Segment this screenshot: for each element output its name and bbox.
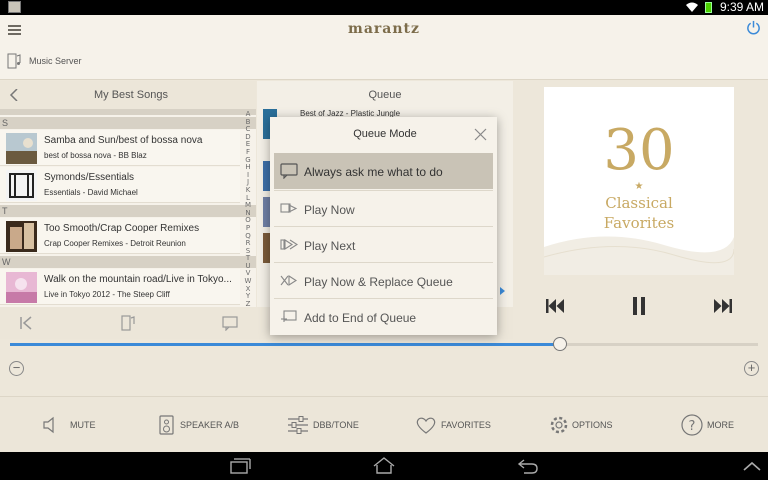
question-icon: ? (681, 414, 703, 436)
options-label: OPTIONS (572, 420, 613, 430)
album-art-star: ★ (634, 181, 644, 192)
section-letter: T (0, 205, 256, 217)
album-thumbnail (6, 133, 37, 164)
notification-icon (8, 1, 21, 13)
speech-bubble-icon[interactable] (222, 315, 238, 331)
option-add-to-end[interactable]: Add to End of Queue (274, 298, 493, 334)
album-thumbnail (6, 272, 37, 303)
playlist-header: My Best Songs (0, 81, 256, 109)
mute-label: MUTE (70, 420, 96, 430)
bottom-toolbar: MUTE SPEAKER A/B DBB/TONE FAVORITES OPTI… (0, 396, 768, 452)
dbb-tone-label: DBB/TONE (313, 420, 359, 430)
queue-mode-dialog: Queue Mode Always ask me what to do Play… (270, 117, 497, 335)
wifi-icon (686, 2, 698, 12)
heart-icon (416, 417, 436, 434)
previous-track-icon[interactable] (544, 296, 566, 316)
replace-queue-icon (280, 274, 298, 287)
album-art-line2: Favorites (603, 214, 675, 232)
list-item[interactable]: Too Smooth/Crap Cooper Remixes Crap Coop… (0, 218, 240, 254)
option-label: Play Now (304, 203, 355, 217)
album-art-number: 30 (603, 118, 675, 183)
song-title: Walk on the mountain road/Live in Tokyo.… (44, 274, 232, 285)
song-title: Symonds/Essentials (44, 172, 135, 183)
speaker-ab-button[interactable]: SPEAKER A/B (155, 397, 245, 453)
progress-bar[interactable] (10, 337, 758, 351)
progress-fill (10, 343, 560, 346)
song-subtitle: best of bossa nova - BB Blaz (44, 151, 147, 160)
song-subtitle: Live in Tokyo 2012 - The Steep Cliff (44, 290, 170, 299)
alphabet-index[interactable]: ABCDEFGHIJKLMNOPQRSTUVWXYZ# (242, 110, 254, 315)
status-bar: 9:39 AM (0, 0, 768, 15)
song-title: Too Smooth/Crap Cooper Remixes (44, 223, 200, 234)
option-label: Play Now & Replace Queue (304, 275, 453, 289)
playlist-panel: My Best Songs S Samba and Sun/best of bo… (0, 81, 256, 307)
first-page-icon[interactable] (18, 315, 34, 331)
volume-row: − + (0, 355, 768, 385)
queue-title: Queue (368, 89, 402, 101)
volume-down-button[interactable]: − (9, 361, 24, 376)
favorites-button[interactable]: FAVORITES (414, 397, 494, 453)
speaker-ab-label: SPEAKER A/B (180, 420, 240, 430)
section-letter: W (0, 256, 256, 268)
gear-icon (550, 416, 568, 434)
album-art: 30 ★ Classical Favorites (544, 87, 734, 275)
more-button[interactable]: ? MORE (680, 397, 750, 453)
speaker-icon (43, 416, 54, 434)
source-label: Music Server (29, 56, 82, 66)
add-to-end-icon (281, 310, 297, 322)
list-item[interactable]: Samba and Sun/best of bossa nova best of… (0, 130, 240, 166)
play-now-icon (280, 203, 298, 213)
back-nav-icon[interactable] (516, 457, 540, 475)
transport-controls (544, 290, 734, 324)
volume-up-button[interactable]: + (744, 361, 759, 376)
svg-text:?: ? (689, 419, 696, 434)
brand-logo: marantz (348, 21, 420, 37)
play-next-icon (280, 238, 298, 251)
tone-sliders-icon (288, 416, 308, 434)
battery-icon (705, 2, 712, 13)
option-play-now[interactable]: Play Now (274, 190, 493, 226)
playlist-title: My Best Songs (94, 89, 168, 101)
system-nav-bar (0, 452, 768, 480)
option-label: Add to End of Queue (304, 311, 417, 325)
option-play-replace[interactable]: Play Now & Replace Queue (274, 262, 493, 298)
option-always-ask[interactable]: Always ask me what to do (274, 153, 493, 189)
mute-button[interactable]: MUTE (40, 397, 110, 453)
speech-bubble-icon (280, 163, 298, 179)
source-row[interactable]: Music Server (0, 45, 768, 80)
favorites-label: FAVORITES (441, 420, 491, 430)
album-art-line1: Classical (605, 194, 673, 212)
album-thumbnail (6, 221, 37, 252)
more-label: MORE (707, 420, 734, 430)
progress-knob[interactable] (552, 337, 567, 351)
list-item[interactable]: Walk on the mountain road/Live in Tokyo.… (0, 269, 240, 305)
app-header: marantz (0, 15, 768, 45)
option-label: Always ask me what to do (304, 165, 443, 179)
status-time: 9:39 AM (719, 0, 764, 14)
chevron-up-icon[interactable] (740, 457, 764, 475)
music-server-icon (7, 53, 21, 69)
dialog-title: Queue Mode (353, 128, 417, 140)
next-track-icon[interactable] (712, 296, 734, 316)
dbb-tone-button[interactable]: DBB/TONE (286, 397, 366, 453)
option-label: Play Next (304, 239, 356, 253)
section-divider (0, 109, 256, 115)
option-play-next[interactable]: Play Next (274, 226, 493, 262)
pause-icon[interactable] (628, 296, 650, 316)
song-title: Samba and Sun/best of bossa nova (44, 135, 203, 146)
recent-apps-icon[interactable] (228, 457, 252, 475)
options-button[interactable]: OPTIONS (547, 397, 627, 453)
power-icon[interactable] (746, 20, 761, 35)
source-select-icon[interactable] (120, 315, 136, 331)
album-thumbnail (6, 170, 37, 201)
speaker-ab-icon (159, 415, 174, 435)
home-icon[interactable] (372, 457, 396, 475)
section-letter: S (0, 117, 256, 129)
list-item[interactable]: Symonds/Essentials Essentials - David Mi… (0, 167, 240, 203)
song-subtitle: Essentials - David Michael (44, 188, 138, 197)
close-icon[interactable] (474, 128, 487, 141)
app-root: 9:39 AM marantz Music Server My Best Son… (0, 0, 768, 480)
song-subtitle: Crap Cooper Remixes - Detroit Reunion (44, 239, 186, 248)
expand-arrow-icon[interactable] (500, 287, 505, 295)
